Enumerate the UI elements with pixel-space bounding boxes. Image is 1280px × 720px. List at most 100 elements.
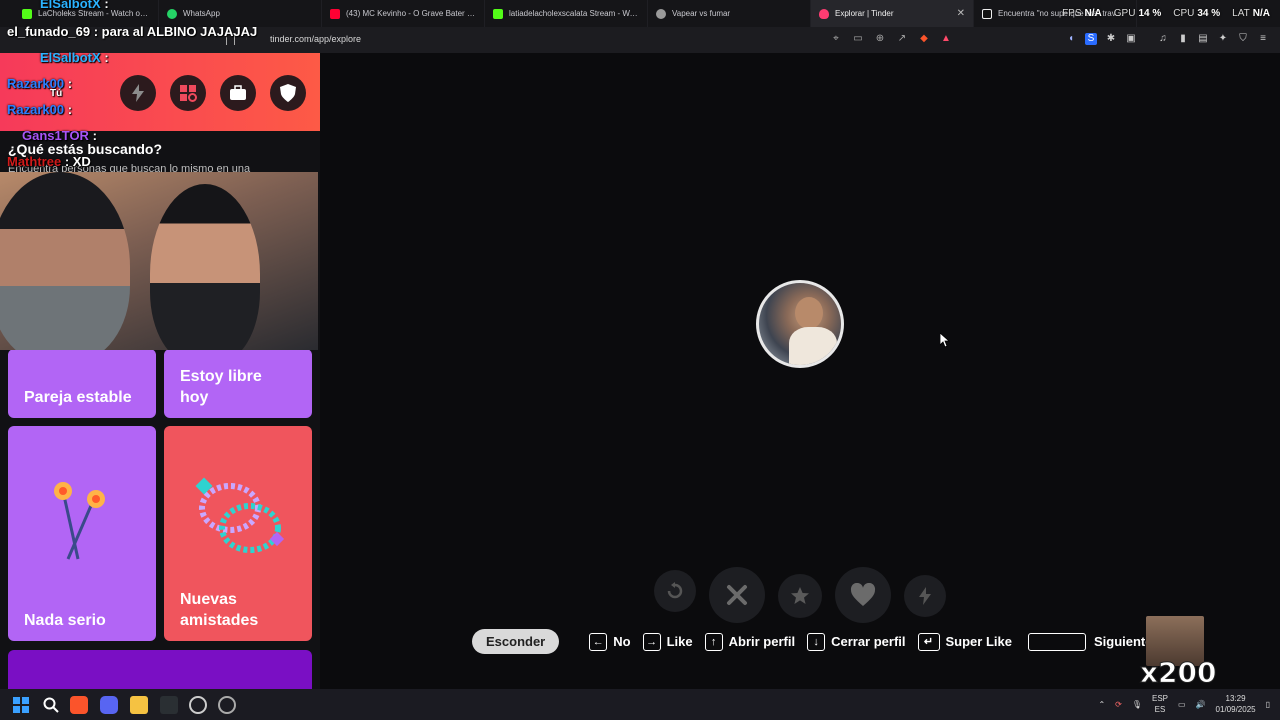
chevron-up-icon[interactable]: ⌃	[1098, 700, 1105, 709]
system-tray: ⌃ ⟳ 🎙 ESP ES ▭ 🔊 13:29 01/09/2025 ▯	[1098, 693, 1270, 715]
bolt-icon	[919, 587, 931, 605]
boost-button[interactable]	[120, 75, 156, 111]
explore-icon	[180, 85, 197, 102]
avatar-face	[795, 297, 823, 329]
streamer-right	[150, 184, 260, 350]
card-libre-hoy[interactable]: Estoy libre hoy	[164, 349, 312, 418]
sparkler-icon	[54, 482, 105, 560]
menu-icon[interactable]: ≡	[1257, 33, 1269, 45]
screenshot-icon[interactable]: ▣	[1125, 33, 1137, 45]
zoom-icon[interactable]: ⊕	[874, 33, 886, 45]
card-next[interactable]	[8, 650, 312, 689]
clock[interactable]: 13:29 01/09/2025	[1216, 693, 1256, 715]
chat-line: Gans1TOR :	[22, 128, 97, 143]
heart-icon	[850, 583, 876, 606]
ai-icon[interactable]: ✦	[1217, 33, 1229, 45]
file-explorer-icon[interactable]	[130, 696, 148, 714]
brave-rewards-icon[interactable]: ▲	[940, 33, 952, 45]
up-arrow-key-icon: ↑	[704, 632, 723, 651]
streamer-left	[0, 172, 130, 350]
music-icon[interactable]: ♫	[1157, 33, 1169, 45]
hint-super-like: ↵ Super Like	[917, 632, 1012, 651]
tab-kick-latia[interactable]: latiadelacholexscalata Stream - Watc	[485, 0, 648, 27]
x-icon	[727, 585, 747, 605]
puzzle-icon[interactable]: ✱	[1105, 33, 1117, 45]
card-nuevas-amistades[interactable]: Nuevas amistades	[164, 426, 312, 641]
obs-icon[interactable]	[189, 696, 207, 714]
microphone-icon[interactable]: 🎙	[1132, 700, 1142, 709]
whatsapp-icon	[167, 8, 177, 19]
chat-line: Razark00 :	[7, 102, 73, 117]
location-icon[interactable]: ⌖	[830, 33, 842, 45]
profile-avatar[interactable]	[756, 280, 844, 368]
brave-browser-icon[interactable]	[70, 696, 88, 714]
explore-button[interactable]	[170, 75, 206, 111]
fps-stat: FPS N/A	[1062, 8, 1102, 19]
audio-icon[interactable]: ◖	[1065, 33, 1077, 45]
network-icon[interactable]: ▭	[1178, 700, 1186, 709]
kick-icon	[22, 8, 32, 19]
card-label: Nada serio	[24, 612, 106, 629]
webcam-overlay	[0, 172, 318, 350]
safety-button[interactable]	[270, 75, 306, 111]
app-icon[interactable]	[218, 696, 236, 714]
keyboard-hints: Esconder ← No → Like ↑ Abrir perfil ↓ Cerrar…	[472, 629, 1181, 654]
tab-whatsapp[interactable]: WhatsApp	[159, 0, 322, 27]
card-label: Pareja estable	[24, 389, 132, 406]
bolt-icon	[132, 84, 144, 102]
down-arrow-key-icon: ↓	[807, 632, 826, 651]
rewind-icon	[667, 582, 683, 599]
close-icon[interactable]: ✕	[957, 8, 965, 19]
briefcase-icon	[230, 85, 246, 100]
tab-vapear[interactable]: Vapear vs fumar	[648, 0, 811, 27]
volume-icon[interactable]: 🔊	[1196, 700, 1206, 709]
hint-open-profile: ↑ Abrir perfil	[704, 632, 795, 651]
card-nada-serio[interactable]: Nada serio	[8, 426, 156, 641]
shield-icon[interactable]: ⛉	[1237, 33, 1249, 45]
tab-youtube[interactable]: (43) MC Kevinho - O Grave Bater [Sir	[322, 0, 485, 27]
sync-icon[interactable]: ⟳	[1115, 700, 1122, 709]
sidebar-icon[interactable]: ▮	[1177, 33, 1189, 45]
gpu-stat: GPU 14 %	[1113, 8, 1162, 19]
card-pareja-estable[interactable]: Pareja estable	[8, 349, 156, 418]
left-arrow-key-icon: ←	[589, 632, 608, 651]
boost-action-button[interactable]	[904, 575, 946, 617]
extension-icon[interactable]: S	[1085, 33, 1097, 45]
extension-icons: ◖ S ✱ ▣ ♫ ▮ ▤ ✦ ⛉ ≡	[1065, 33, 1269, 45]
youtube-icon	[330, 8, 340, 19]
url-field[interactable]: tinder.com/app/explore	[270, 34, 361, 44]
hint-like: → Like	[642, 632, 693, 651]
chat-line: ElSalbotX :	[40, 0, 109, 11]
shield-icon	[280, 84, 296, 102]
notification-icon[interactable]: ▯	[1266, 700, 1270, 709]
like-button[interactable]	[835, 567, 891, 623]
star-icon	[791, 587, 809, 604]
terminal-icon[interactable]	[160, 696, 178, 714]
brave-shield-icon[interactable]: ◆	[918, 33, 930, 45]
superlike-button[interactable]	[778, 574, 822, 618]
language-indicator[interactable]: ESP ES	[1152, 693, 1168, 715]
avatar-body	[789, 327, 837, 365]
explore-sidebar: ¿Qué estás buscando? Encuentra personas …	[0, 53, 320, 689]
search-icon[interactable]	[42, 696, 60, 714]
cast-icon[interactable]: ▭	[852, 33, 864, 45]
discord-icon[interactable]	[100, 696, 118, 714]
rewind-button[interactable]	[654, 570, 696, 612]
bracelet-icon	[195, 477, 285, 553]
enter-key-icon: ↵	[917, 632, 940, 651]
address-actions: ⌖ ▭ ⊕ ↗ ◆ ▲	[830, 33, 952, 45]
tab-title: WhatsApp	[183, 9, 220, 18]
portfolio-button[interactable]	[220, 75, 256, 111]
card-label: Estoy libre hoy	[180, 368, 262, 406]
share-icon[interactable]: ↗	[896, 33, 908, 45]
right-arrow-key-icon: →	[642, 632, 661, 651]
mouse-cursor-icon	[940, 333, 950, 348]
windows-taskbar: ⌃ ⟳ 🎙 ESP ES ▭ 🔊 13:29 01/09/2025 ▯	[0, 689, 1280, 720]
windows-start-icon[interactable]	[12, 696, 30, 714]
tiktok-icon	[982, 8, 992, 19]
nope-button[interactable]	[709, 567, 765, 623]
wallet-icon[interactable]: ▤	[1197, 33, 1209, 45]
hide-hints-button[interactable]: Esconder	[472, 629, 560, 654]
card-label: Nuevas amistades	[180, 591, 259, 629]
tab-tinder[interactable]: Explorar | Tinder ✕	[811, 0, 974, 27]
